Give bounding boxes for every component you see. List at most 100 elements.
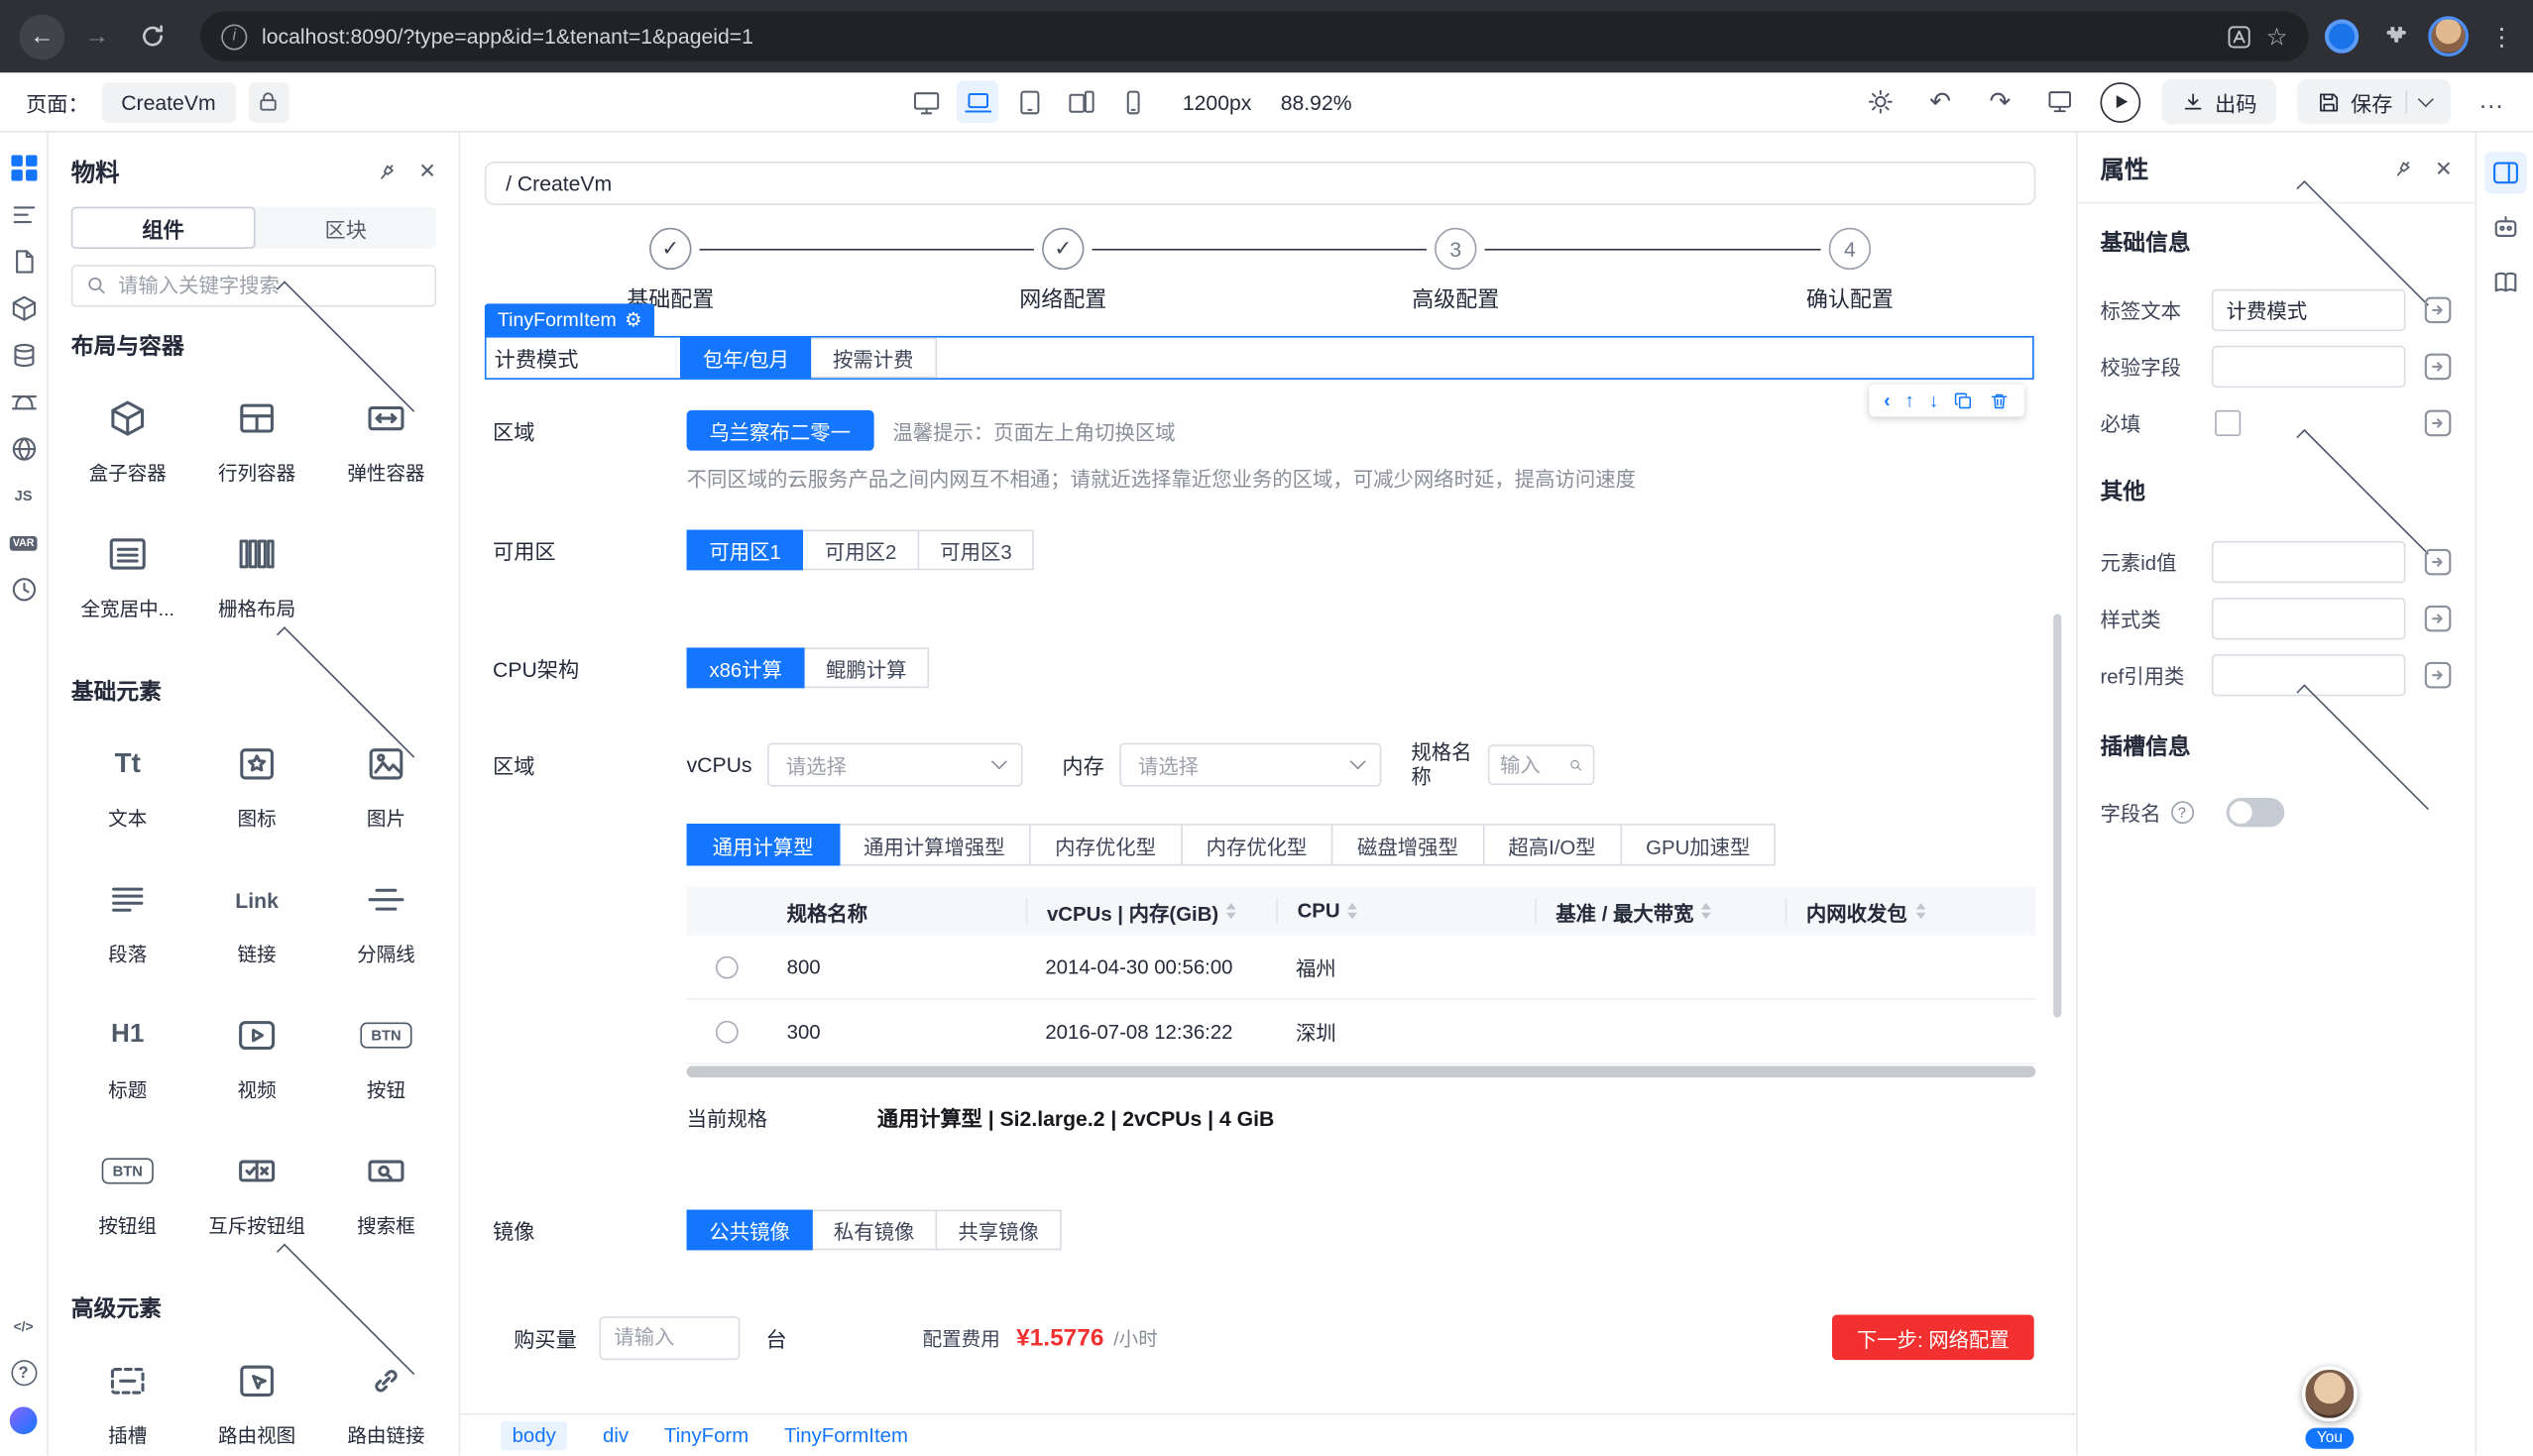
props-section-basic[interactable]: 基础信息	[2100, 226, 2449, 259]
translate-icon[interactable]	[2226, 24, 2251, 50]
table-header-cell[interactable]: 内网收发包	[1785, 898, 2036, 924]
history-clock-icon[interactable]	[7, 574, 40, 607]
device-desktop-button[interactable]	[905, 80, 947, 122]
next-step-button[interactable]: 下一步: 网络配置	[1832, 1314, 2034, 1360]
slot-toggle[interactable]	[2227, 797, 2285, 826]
ai-assistant-icon[interactable]	[2484, 207, 2526, 249]
spec-tab[interactable]: 磁盘增强型	[1331, 824, 1484, 865]
sort-icon[interactable]	[1226, 903, 1236, 919]
material-item[interactable]: 全宽居中...	[64, 516, 190, 652]
table-row[interactable]: 300 2016-07-08 12:36:22 深圳	[687, 1000, 2036, 1064]
device-mobile-button[interactable]	[1111, 80, 1153, 122]
material-item[interactable]: 行列容器	[194, 382, 320, 517]
material-item[interactable]: 互斥按钮组	[194, 1134, 320, 1270]
az-option-button[interactable]: 可用区2	[802, 529, 919, 570]
outline-tree-icon[interactable]	[7, 198, 40, 231]
page-manage-icon[interactable]	[7, 246, 40, 279]
horizontal-scrollbar[interactable]	[687, 1066, 2036, 1077]
material-item[interactable]: 路由视图	[194, 1344, 320, 1455]
material-item[interactable]: 图标	[194, 727, 320, 862]
props-panel-icon[interactable]	[2484, 152, 2526, 193]
element-id-input[interactable]	[2212, 540, 2406, 582]
material-item[interactable]: BTN按钮组	[64, 1134, 190, 1270]
validate-field-input[interactable]	[2212, 345, 2406, 387]
spec-tab[interactable]: 内存优化型	[1029, 824, 1182, 865]
section-basic-elements[interactable]: 基础元素	[71, 675, 436, 708]
lock-button[interactable]	[248, 81, 288, 122]
select-parent-icon[interactable]: ‹	[1884, 390, 1891, 412]
selected-form-item[interactable]: 计费模式 包年/包月 按需计费	[485, 336, 2034, 380]
help-icon[interactable]: ?	[7, 1357, 40, 1390]
material-item[interactable]: H1标题	[64, 998, 190, 1134]
browser-forward-button[interactable]: →	[74, 14, 120, 59]
material-item[interactable]: 弹性容器	[323, 382, 449, 517]
docs-panel-icon[interactable]	[2484, 262, 2526, 303]
material-item[interactable]: Link链接	[194, 862, 320, 998]
pin-icon[interactable]	[375, 160, 399, 183]
browser-back-button[interactable]: ←	[20, 14, 65, 59]
redo-button[interactable]: ↷	[1981, 82, 2019, 121]
url-bar[interactable]: i localhost:8090/?type=app&id=1&tenant=1…	[200, 11, 2309, 61]
board-settings-button[interactable]	[2040, 82, 2079, 121]
spec-tab[interactable]: 通用计算型	[687, 824, 840, 865]
spec-tab[interactable]: GPU加速型	[1620, 824, 1776, 865]
region-button[interactable]: 乌兰察布二零一	[687, 409, 873, 450]
bind-variable-icon[interactable]	[2423, 660, 2452, 689]
state-variables-icon[interactable]: VAR	[7, 526, 40, 559]
canvas-width-value[interactable]: 1200px	[1183, 89, 1252, 113]
gear-icon[interactable]: ⚙	[625, 308, 642, 331]
toolbar-more-button[interactable]: …	[2472, 82, 2510, 121]
tab-components[interactable]: 组件	[71, 207, 256, 249]
node-path-item[interactable]: TinyFormItem	[784, 1423, 908, 1446]
save-button[interactable]: 保存	[2297, 79, 2451, 125]
page-name-chip[interactable]: CreateVm	[102, 81, 235, 122]
style-class-input[interactable]	[2212, 597, 2406, 638]
material-item[interactable]: 搜索框	[323, 1134, 449, 1270]
js-panel-icon[interactable]: JS	[7, 480, 40, 512]
material-item[interactable]: Tt文本	[64, 727, 190, 862]
material-item[interactable]: 图片	[323, 727, 449, 862]
canvas-scrollbar[interactable]	[2053, 614, 2061, 1017]
browser-menu-icon[interactable]: ⋮	[2489, 22, 2513, 51]
props-section-slot[interactable]: 插槽信息	[2100, 730, 2449, 763]
memory-select[interactable]: 请选择	[1120, 743, 1382, 787]
billing-option-button[interactable]: 包年/包月	[680, 338, 812, 379]
delete-icon[interactable]	[1989, 391, 2010, 411]
quantity-field[interactable]	[600, 1315, 741, 1359]
row-radio[interactable]	[716, 955, 739, 978]
browser-reload-button[interactable]	[129, 14, 174, 59]
bind-variable-icon[interactable]	[2423, 407, 2452, 436]
bind-variable-icon[interactable]	[2423, 604, 2452, 632]
close-icon[interactable]: ✕	[418, 159, 436, 184]
image-option-button[interactable]: 私有镜像	[811, 1209, 937, 1250]
material-item[interactable]: 插槽	[64, 1344, 190, 1455]
sort-icon[interactable]	[1915, 903, 1925, 919]
preview-play-button[interactable]	[2100, 81, 2140, 122]
table-header-cell[interactable]: 基准 / 最大带宽	[1535, 898, 1785, 924]
site-info-icon[interactable]: i	[221, 24, 247, 50]
vcpus-select[interactable]: 请选择	[768, 743, 1023, 787]
node-path-item[interactable]: body	[501, 1420, 567, 1449]
copy-icon[interactable]	[1953, 391, 1974, 411]
required-checkbox[interactable]	[2215, 409, 2241, 435]
materials-search-input[interactable]	[118, 275, 421, 297]
label-text-input[interactable]	[2212, 288, 2406, 330]
image-option-button[interactable]: 公共镜像	[687, 1209, 813, 1250]
close-icon[interactable]: ✕	[2435, 156, 2453, 181]
materials-plugin-icon[interactable]	[7, 152, 40, 184]
export-code-button[interactable]: 出码	[2161, 79, 2276, 125]
section-advanced-elements[interactable]: 高级元素	[71, 1292, 436, 1325]
az-option-button[interactable]: 可用区3	[917, 529, 1034, 570]
plugin-logo-icon[interactable]	[7, 1403, 40, 1436]
device-responsive-button[interactable]	[1060, 80, 1101, 122]
material-item[interactable]: 栅格布局	[194, 516, 320, 652]
materials-search[interactable]	[71, 265, 436, 306]
browser-profile-avatar[interactable]	[2428, 16, 2469, 56]
selected-component-tag[interactable]: TinyFormItem ⚙	[485, 303, 655, 336]
cpu-option-button[interactable]: x86计算	[687, 647, 805, 688]
node-path-item[interactable]: div	[603, 1423, 629, 1446]
table-row[interactable]: 800 2014-04-30 00:56:00 福州	[687, 936, 2036, 1000]
move-up-icon[interactable]: ↑	[1904, 390, 1914, 412]
material-item[interactable]: 段落	[64, 862, 190, 998]
bookmark-star-icon[interactable]: ☆	[2266, 22, 2288, 51]
